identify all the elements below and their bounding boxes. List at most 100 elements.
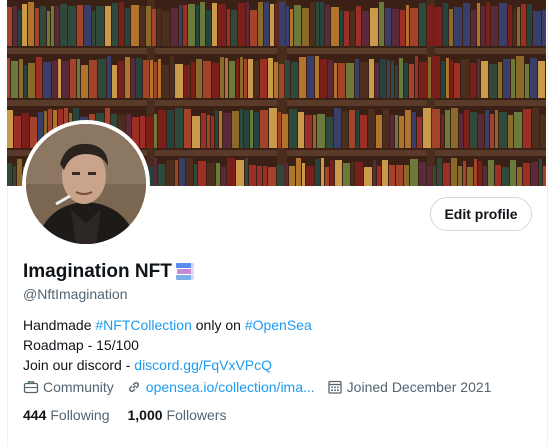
book-spine	[395, 65, 398, 98]
book-spine	[258, 2, 263, 46]
book-spine	[245, 158, 248, 186]
book-spine	[437, 158, 442, 186]
book-spine	[412, 112, 416, 148]
book-spine	[483, 166, 487, 186]
book-spine	[390, 115, 394, 148]
book-spine	[250, 110, 253, 148]
book-spine	[404, 63, 408, 98]
book-spine	[379, 2, 384, 46]
book-spine	[294, 5, 301, 46]
book-spine	[310, 2, 315, 46]
book-spine	[441, 115, 444, 148]
book-spine	[516, 56, 524, 98]
book-spine	[470, 112, 477, 148]
book-spine	[533, 11, 541, 46]
book-spine	[7, 110, 13, 148]
book-spine	[346, 63, 354, 98]
book-spine	[344, 11, 349, 46]
discord-link[interactable]: discord.gg/FqVxVPcQ	[134, 357, 272, 373]
book-spine	[19, 59, 23, 98]
avatar-frame[interactable]	[22, 120, 150, 248]
link-icon	[128, 382, 139, 392]
book-spine	[498, 62, 502, 98]
book-spine	[157, 9, 161, 46]
book-spine	[451, 158, 457, 186]
hashtag-link-nftcollection[interactable]: #NFTCollection	[95, 317, 191, 333]
edit-profile-button[interactable]: Edit profile	[430, 197, 532, 231]
book-spine	[405, 110, 411, 148]
website-link[interactable]: opensea.io/collection/ima...	[146, 379, 315, 395]
book-spine	[370, 8, 378, 46]
book-spine	[254, 112, 259, 148]
book-spine	[221, 167, 226, 186]
book-spine	[360, 62, 368, 98]
book-spine	[478, 114, 484, 148]
book-spine	[330, 160, 334, 186]
book-spine	[171, 8, 178, 46]
book-spine	[254, 61, 259, 98]
book-spine	[343, 163, 350, 186]
book-spine	[328, 60, 333, 98]
book-spine	[60, 4, 67, 46]
following-label: Following	[50, 407, 110, 423]
book-spine	[43, 62, 51, 98]
book-spine	[503, 59, 510, 98]
book-spine	[485, 110, 489, 148]
book-spine	[334, 108, 341, 148]
book-spine	[227, 9, 230, 46]
book-spine	[433, 166, 436, 186]
book-spine	[342, 111, 348, 148]
avatar-portrait-image	[26, 124, 146, 244]
book-spine	[464, 110, 469, 148]
book-spine	[458, 166, 462, 186]
followers-link[interactable]: 1,000 Followers	[128, 407, 227, 423]
book-spine	[125, 8, 130, 46]
book-spine	[350, 11, 355, 46]
book-spine	[523, 109, 531, 148]
book-spine	[179, 158, 185, 186]
book-spine	[356, 110, 359, 148]
avatar[interactable]	[26, 124, 146, 244]
book-spine	[136, 58, 142, 98]
book-spine	[463, 161, 466, 186]
book-spine	[212, 63, 219, 98]
book-spine	[146, 117, 153, 148]
book-spine	[216, 163, 220, 186]
book-spine	[355, 59, 359, 98]
meta-joined: Joined December 2021	[327, 379, 491, 395]
book-spine	[477, 3, 480, 46]
book-spine	[525, 64, 529, 98]
book-spine	[119, 2, 124, 46]
book-spine	[517, 7, 520, 46]
book-spine	[360, 115, 367, 148]
book-spine	[150, 60, 153, 98]
book-spine	[349, 110, 355, 148]
book-spine	[419, 3, 426, 46]
book-spine	[223, 113, 231, 148]
book-spine	[530, 58, 537, 98]
book-spine	[232, 111, 239, 148]
book-spine	[285, 60, 290, 98]
book-spine	[325, 167, 329, 186]
bio-line-2: Roadmap - 15/100	[23, 337, 139, 353]
book-spine	[279, 2, 285, 46]
book-spine	[320, 2, 324, 46]
book-spine	[28, 63, 35, 98]
book-spine	[264, 2, 269, 46]
book-spine	[260, 59, 267, 98]
book-spine	[236, 59, 239, 98]
hashtag-link-opensea[interactable]: #OpenSea	[245, 317, 312, 333]
meta-website[interactable]: opensea.io/collection/ima...	[126, 379, 315, 395]
book-spine	[268, 58, 273, 98]
book-spine	[317, 114, 325, 148]
book-spine	[191, 62, 195, 98]
book-spine	[35, 8, 39, 46]
book-spine	[184, 109, 191, 148]
book-spine	[282, 114, 288, 148]
following-link[interactable]: 444 Following	[23, 407, 110, 423]
book-spine	[158, 110, 166, 148]
book-spine	[391, 61, 394, 98]
book-spine	[474, 159, 477, 186]
book-spine	[162, 11, 170, 46]
book-spine	[77, 59, 80, 98]
